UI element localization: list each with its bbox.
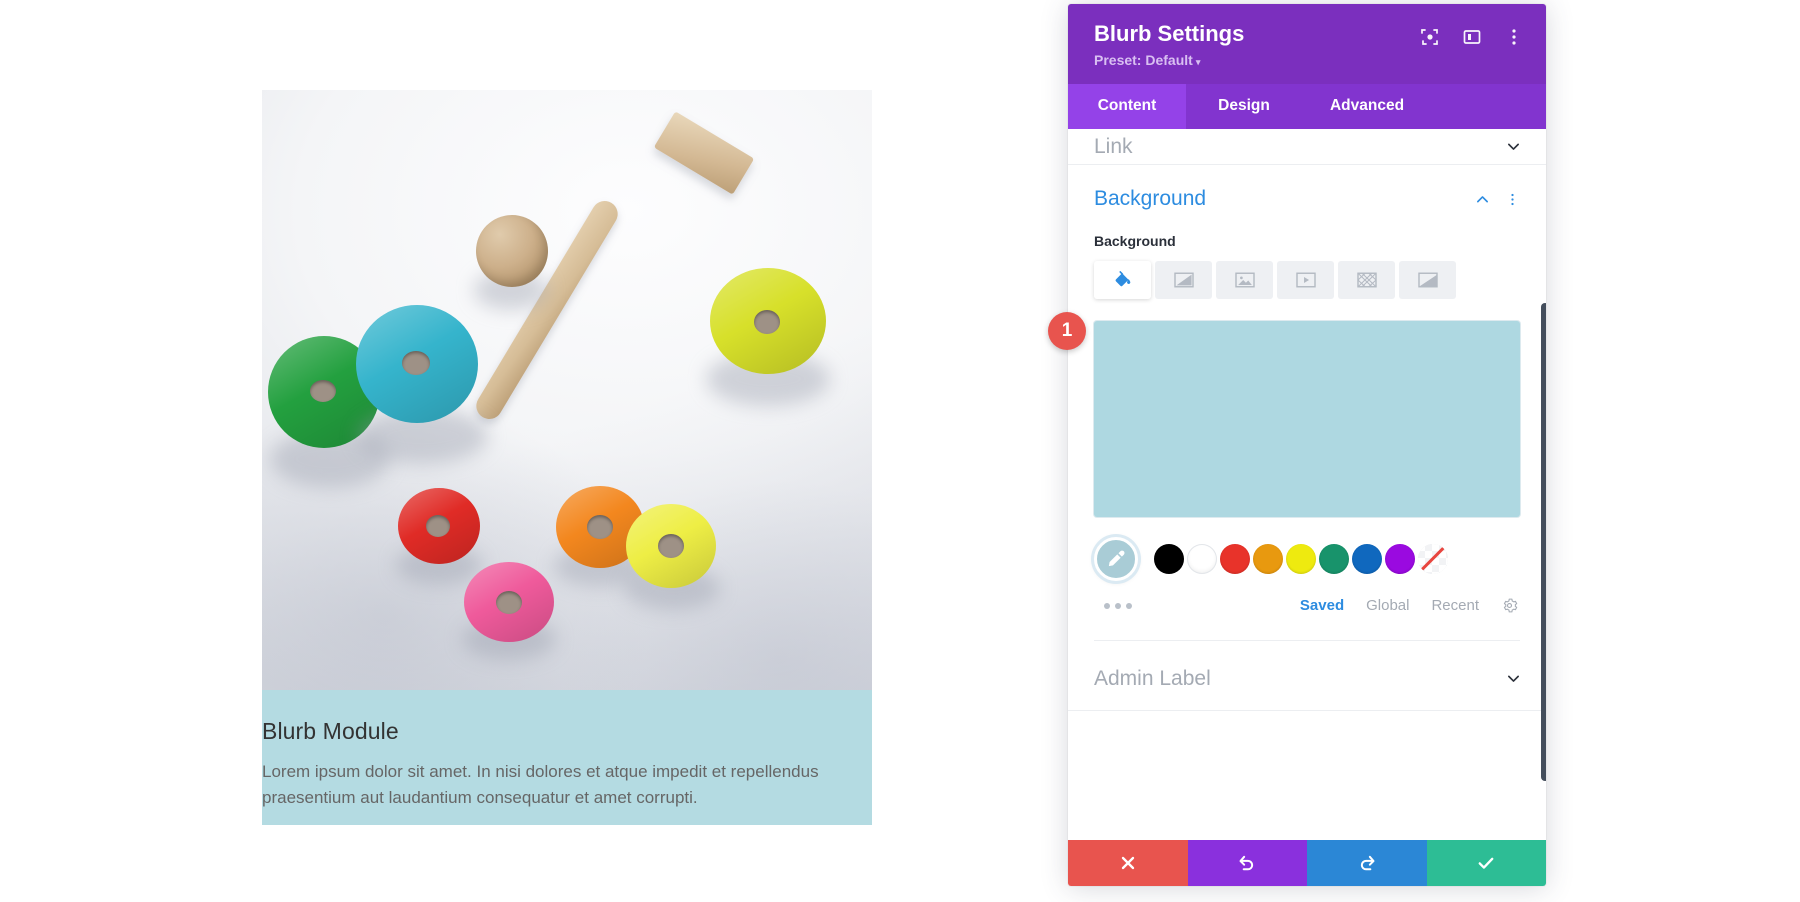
toy-disc-pink: [464, 562, 554, 642]
swatch-white[interactable]: [1187, 544, 1217, 575]
chevron-down-icon: ▾: [1195, 57, 1201, 68]
panel-scroll-area: Link Background Background Saved Global …: [1068, 129, 1546, 840]
section-admin-label-text: Admin Label: [1094, 666, 1211, 690]
blurb-body: Blurb Module Lorem ipsum dolor sit amet.…: [262, 690, 872, 811]
redo-button[interactable]: [1307, 840, 1427, 886]
swatch-blue[interactable]: [1352, 544, 1382, 575]
save-button[interactable]: [1426, 840, 1546, 886]
more-options-icon[interactable]: [1504, 27, 1524, 47]
palette-source-links: Saved Global Recent: [1300, 597, 1518, 614]
layout-toggle-icon[interactable]: [1462, 27, 1482, 47]
close-icon: [1121, 856, 1134, 870]
section-divider: [1094, 640, 1520, 642]
panel-tabs: Content Design Advanced: [1068, 84, 1546, 130]
screen-root: Blurb Module Lorem ipsum dolor sit amet.…: [0, 0, 1800, 902]
background-color-tab[interactable]: [1094, 261, 1151, 300]
gradient-icon: [1173, 272, 1194, 288]
swatch-footer: Saved Global Recent: [1094, 597, 1520, 614]
chevron-down-icon: [1508, 143, 1519, 151]
video-icon: [1295, 272, 1316, 288]
mask-icon: [1417, 272, 1438, 288]
section-background-header[interactable]: Background: [1094, 187, 1520, 211]
toy-disc-chartreuse: [710, 268, 826, 374]
toy-disc-yellow: [626, 504, 716, 588]
panel-header: Blurb Settings Preset: Default ▾: [1068, 4, 1546, 85]
background-field-label: Background: [1094, 233, 1176, 250]
panel-action-bar: [1068, 840, 1546, 886]
panel-scrollbar[interactable]: [1541, 303, 1546, 782]
background-image-tab[interactable]: [1216, 261, 1273, 300]
background-video-tab[interactable]: [1277, 261, 1334, 300]
eyedropper-icon: [1108, 550, 1125, 567]
section-link[interactable]: Link: [1068, 129, 1546, 166]
swatch-orange[interactable]: [1253, 544, 1283, 575]
toy-disc-teal: [356, 305, 478, 423]
palette-tab-global[interactable]: Global: [1366, 597, 1409, 614]
panel-title: Blurb Settings: [1094, 21, 1245, 46]
redo-icon: [1360, 855, 1375, 871]
swatch-transparent[interactable]: [1418, 544, 1448, 575]
more-colors-icon[interactable]: [1104, 602, 1132, 609]
chevron-up-icon[interactable]: [1474, 191, 1491, 208]
palette-tab-saved[interactable]: Saved: [1300, 597, 1344, 614]
swatch-yellow[interactable]: [1286, 544, 1316, 575]
step-badge-1: 1: [1048, 312, 1086, 350]
swatch-black[interactable]: [1154, 544, 1184, 575]
section-background: Background Background Saved Global Recen…: [1068, 165, 1546, 647]
background-gradient-tab[interactable]: [1155, 261, 1212, 300]
image-icon: [1234, 272, 1255, 288]
tab-advanced[interactable]: Advanced: [1302, 84, 1432, 129]
selected-color-preview[interactable]: [1094, 321, 1520, 518]
swatch-green[interactable]: [1319, 544, 1349, 575]
eyedropper-button[interactable]: [1094, 537, 1138, 582]
tab-design[interactable]: Design: [1186, 84, 1302, 129]
undo-button[interactable]: [1187, 840, 1307, 886]
preset-label: Preset: Default: [1094, 52, 1193, 69]
section-admin-label[interactable]: Admin Label: [1068, 647, 1546, 712]
preset-selector[interactable]: Preset: Default ▾: [1094, 52, 1244, 68]
check-icon: [1478, 857, 1494, 869]
wooden-ball: [476, 215, 548, 287]
swatch-red[interactable]: [1220, 544, 1250, 575]
blurb-description: Lorem ipsum dolor sit amet. In nisi dolo…: [262, 762, 819, 807]
cancel-button[interactable]: [1068, 840, 1188, 886]
toy-disc-red: [398, 488, 480, 564]
panel-header-icons: [1420, 27, 1524, 47]
blurb-module-preview[interactable]: Blurb Module Lorem ipsum dolor sit amet.…: [262, 90, 872, 825]
blurb-title: Blurb Module: [262, 718, 399, 744]
tab-content[interactable]: Content: [1068, 84, 1186, 130]
undo-icon: [1239, 855, 1254, 871]
section-background-title: Background: [1094, 187, 1207, 211]
focus-icon[interactable]: [1420, 27, 1440, 47]
background-pattern-tab[interactable]: [1338, 261, 1395, 300]
gear-icon[interactable]: [1501, 597, 1518, 614]
swatch-purple[interactable]: [1385, 544, 1415, 575]
section-link-label: Link: [1094, 134, 1133, 158]
palette-tab-recent[interactable]: Recent: [1431, 597, 1479, 614]
background-type-tabs: [1094, 261, 1520, 300]
more-options-icon[interactable]: [1505, 191, 1520, 208]
blurb-image: [262, 90, 872, 690]
chevron-down-icon: [1508, 675, 1519, 683]
background-mask-tab[interactable]: [1399, 261, 1456, 300]
blurb-settings-panel: Blurb Settings Preset: Default ▾ Content…: [1068, 4, 1546, 886]
paint-bucket-icon: [1115, 271, 1130, 287]
color-swatches: [1094, 537, 1520, 582]
pattern-icon: [1356, 272, 1377, 288]
